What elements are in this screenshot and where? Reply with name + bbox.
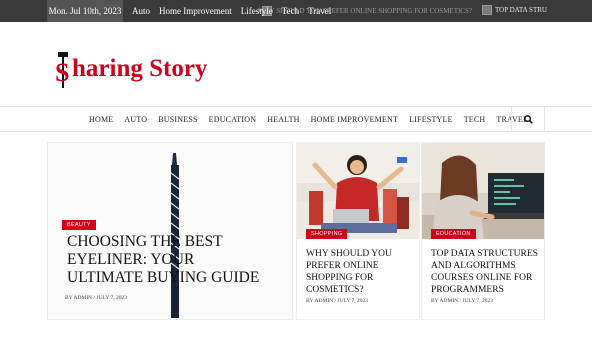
- ticker-item[interactable]: TOP DATA STRU: [482, 5, 547, 15]
- post-title[interactable]: TOP DATA STRUCTURES AND ALGORITHMS COURS…: [431, 248, 541, 296]
- logo-text: haring Story: [72, 55, 208, 82]
- nav-health[interactable]: HEALTH: [267, 107, 299, 133]
- top-nav-tech[interactable]: Tech: [282, 0, 299, 22]
- search-icon: [524, 115, 533, 124]
- post-title[interactable]: WHY SHOULD YOU PREFER ONLINE SHOPPING FO…: [306, 248, 416, 296]
- nav-business[interactable]: BUSINESS: [158, 107, 197, 133]
- nav-home-improvement[interactable]: HOME IMPROVEMENT: [311, 107, 398, 133]
- nav-auto[interactable]: AUTO: [124, 107, 147, 133]
- post-card[interactable]: EDUCATION TOP DATA STRUCTURES AND ALGORI…: [421, 142, 545, 320]
- top-nav: Auto Home Improvement Lifestyle Tech Tra…: [132, 0, 331, 22]
- current-date: Mon. Jul 10th, 2023: [47, 0, 123, 22]
- featured-title[interactable]: CHOOSING THE BEST EYELINER: YOUR ULTIMAT…: [67, 233, 272, 287]
- search-button[interactable]: [511, 107, 545, 132]
- ticker-label[interactable]: TOP DATA STRU: [495, 6, 547, 14]
- post-meta: BY ADMIN / JULY 7, 2023: [431, 298, 493, 304]
- logo-mark: S: [55, 52, 71, 88]
- category-badge[interactable]: SHOPPING: [306, 229, 348, 239]
- top-nav-travel[interactable]: Travel: [308, 0, 331, 22]
- post-image: [297, 143, 419, 239]
- top-bar: Mon. Jul 10th, 2023 WHY SHOULD YOU PREFE…: [0, 0, 592, 22]
- ticker-thumbnail: [482, 5, 492, 15]
- main-navigation: HOME AUTO BUSINESS EDUCATION HEALTH HOME…: [0, 106, 592, 132]
- post-meta: BY ADMIN / JULY 7, 2023: [65, 295, 127, 301]
- nav-home[interactable]: HOME: [89, 107, 113, 133]
- post-card[interactable]: SHOPPING WHY SHOULD YOU PREFER ONLINE SH…: [296, 142, 420, 320]
- category-badge[interactable]: EDUCATION: [431, 229, 476, 239]
- logo-letter: S: [55, 58, 70, 87]
- top-nav-lifestyle[interactable]: Lifestyle: [241, 0, 273, 22]
- post-image: [422, 143, 544, 239]
- top-nav-auto[interactable]: Auto: [132, 0, 150, 22]
- post-meta: BY ADMIN / JULY 7, 2023: [306, 298, 368, 304]
- nav-education[interactable]: EDUCATION: [209, 107, 257, 133]
- site-logo[interactable]: S haring Story: [55, 44, 208, 88]
- category-badge[interactable]: BEAUTY: [62, 220, 96, 230]
- nav-lifestyle[interactable]: LIFESTYLE: [409, 107, 453, 133]
- top-nav-home-improvement[interactable]: Home Improvement: [159, 0, 232, 22]
- featured-post[interactable]: BEAUTY CHOOSING THE BEST EYELINER: YOUR …: [47, 142, 293, 320]
- nav-tech[interactable]: TECH: [464, 107, 486, 133]
